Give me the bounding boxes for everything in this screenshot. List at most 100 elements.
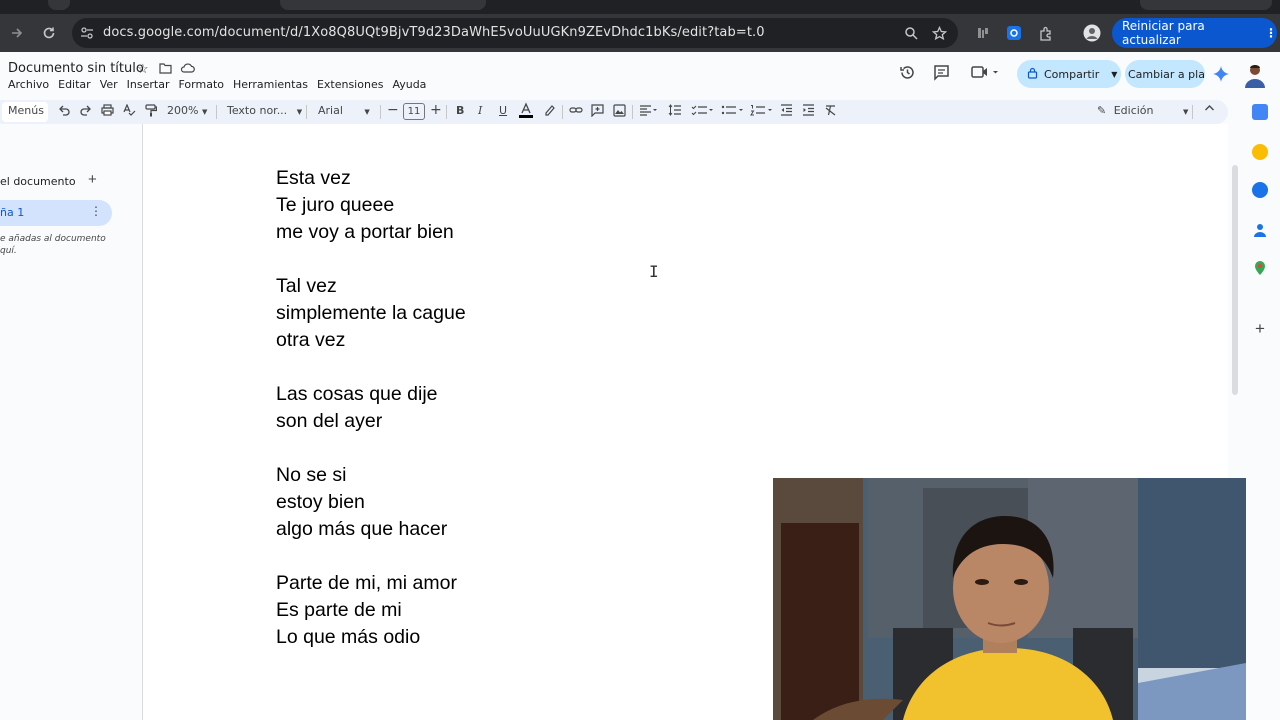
editing-mode-label: Edición [1113,104,1154,117]
font-value: Arial [318,104,343,117]
document-body[interactable]: Esta vez Te juro queee me voy a portar bie… [276,165,466,651]
highlight-icon[interactable] [543,104,556,120]
document-line[interactable]: simplemente la cague [276,300,466,327]
document-line[interactable]: estoy bien [276,489,466,516]
comments-icon[interactable] [933,64,950,85]
menu-ayuda[interactable]: Ayuda [392,78,426,91]
paint-format-icon[interactable] [145,104,158,120]
keep-icon[interactable] [1252,144,1268,160]
active-tab[interactable] [280,0,486,10]
restart-update-button[interactable]: Reiniciar para actualizar ⋮ [1112,18,1277,48]
link-icon[interactable] [569,104,583,119]
star-icon[interactable]: ☆ [137,61,149,77]
document-line[interactable]: Parte de mi, mi amor [276,570,466,597]
toolbar-divider [306,105,307,119]
zoom-search-icon[interactable] [900,14,922,52]
gemini-sparkle-icon[interactable] [1213,66,1229,86]
menu-ver[interactable]: Ver [100,78,118,91]
print-icon[interactable] [101,104,114,119]
tab-stub[interactable] [48,0,70,10]
menu-formato[interactable]: Formato [179,78,225,91]
document-line[interactable]: son del ayer [276,408,466,435]
extension-icon[interactable] [972,14,994,52]
document-line[interactable]: Tal vez [276,273,466,300]
maps-icon[interactable] [1252,260,1268,276]
forward-icon[interactable] [4,14,30,52]
gear-extension-icon[interactable] [1003,14,1025,52]
document-title[interactable]: Documento sin título [8,61,144,76]
menu-editar[interactable]: Editar [58,78,91,91]
text-color-icon[interactable] [519,102,533,121]
add-comment-icon[interactable] [591,104,604,120]
decrease-font-size-icon[interactable]: − [387,102,399,118]
style-select[interactable]: Texto nor... ▼ [227,104,302,117]
editing-mode-select[interactable]: ✎ Edición ▼ [1097,104,1188,117]
document-line[interactable]: Es parte de mi [276,597,466,624]
toolbar-divider [1192,105,1193,119]
switch-to-template-button[interactable]: Cambiar a pla... [1125,60,1205,88]
collapse-menus-icon[interactable] [1204,103,1215,116]
site-settings-icon[interactable] [80,26,94,45]
get-addons-icon[interactable]: + [1252,320,1268,338]
font-select[interactable]: Arial ▼ [318,104,370,117]
side-panel: + [1240,92,1280,720]
profile-avatar-icon[interactable] [1081,14,1103,52]
document-line[interactable]: me voy a portar bien [276,219,466,246]
increase-indent-icon[interactable] [802,104,815,119]
document-line[interactable]: No se si [276,462,466,489]
version-history-icon[interactable] [899,64,916,85]
document-line[interactable] [276,246,466,273]
document-line[interactable] [276,435,466,462]
add-tab-icon[interactable]: + [88,171,97,188]
share-button[interactable]: Compartir ▼ [1017,60,1121,88]
increase-font-size-icon[interactable]: + [430,102,442,118]
share-dropdown-icon[interactable]: ▼ [1111,70,1117,79]
clear-formatting-icon[interactable] [824,104,837,119]
bold-icon[interactable]: B [456,104,464,117]
pencil-icon: ✎ [1097,104,1107,117]
address-bar[interactable]: docs.google.com/document/d/1Xo8Q8UQt9Bjv… [72,18,958,48]
document-line[interactable] [276,543,466,570]
checklist-icon[interactable] [691,104,717,119]
document-line[interactable]: Lo que más odio [276,624,466,651]
tab-options-icon[interactable]: ⋮ [90,204,102,218]
line-spacing-icon[interactable] [668,104,682,119]
tab-stub[interactable] [1140,0,1272,10]
menu-herramientas[interactable]: Herramientas [233,78,308,91]
calendar-icon[interactable] [1252,104,1268,120]
insert-image-icon[interactable] [613,104,626,120]
decrease-indent-icon[interactable] [780,104,793,119]
numbered-list-icon[interactable] [750,104,776,119]
cloud-status-icon[interactable] [180,61,195,78]
zoom-select[interactable]: 200% ▼ [167,104,207,117]
menus-search[interactable]: Menús [2,102,48,122]
contacts-icon[interactable] [1252,222,1268,238]
document-line[interactable]: algo más que hacer [276,516,466,543]
menu-archivo[interactable]: Archivo [8,78,49,91]
document-line[interactable]: Te juro queee [276,192,466,219]
url-text[interactable]: docs.google.com/document/d/1Xo8Q8UQt9Bjv… [103,25,765,40]
document-line[interactable]: Esta vez [276,165,466,192]
undo-icon[interactable] [58,104,70,119]
document-line[interactable]: otra vez [276,327,466,354]
menu-insertar[interactable]: Insertar [127,78,170,91]
tasks-icon[interactable] [1252,182,1268,198]
account-avatar[interactable] [1244,62,1266,88]
bulleted-list-icon[interactable] [721,104,747,119]
font-size-input[interactable]: 11 [403,103,425,120]
redo-icon[interactable] [80,104,92,119]
menu-extensiones[interactable]: Extensiones [317,78,384,91]
scrollbar-thumb[interactable] [1232,165,1238,395]
underline-icon[interactable]: U [499,104,507,117]
outline-tab-item[interactable]: ña 1 ⋮ [0,200,112,226]
document-line[interactable]: Las cosas que dije [276,381,466,408]
meet-video-icon[interactable] [971,64,999,84]
italic-icon[interactable]: I [478,104,482,117]
bookmark-star-icon[interactable] [928,14,950,52]
reload-icon[interactable] [36,14,62,52]
puzzle-icon[interactable] [1035,14,1057,52]
spellcheck-icon[interactable] [123,103,136,119]
document-line[interactable] [276,354,466,381]
move-folder-icon[interactable] [159,61,172,78]
align-icon[interactable] [639,104,659,119]
